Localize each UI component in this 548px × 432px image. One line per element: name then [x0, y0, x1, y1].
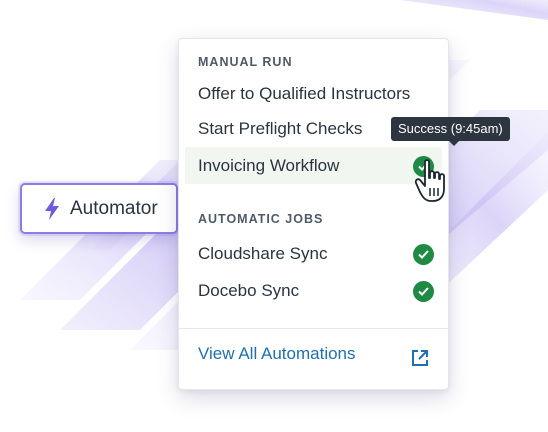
automator-button[interactable]: Automator	[20, 183, 178, 234]
lightning-bolt-icon	[45, 197, 59, 220]
automatic-jobs-heading: AUTOMATIC JOBS	[198, 212, 324, 226]
menu-item-label: Invoicing Workflow	[198, 155, 340, 175]
menu-item-label: Cloudshare Sync	[198, 243, 328, 263]
manual-run-heading: MANUAL RUN	[198, 55, 293, 69]
menu-item-invoicing-workflow[interactable]: Invoicing Workflow	[185, 147, 442, 184]
hand-pointer-cursor-icon	[414, 159, 445, 202]
automator-button-label: Automator	[70, 197, 158, 219]
menu-item-offer-to-qualified-instructors[interactable]: Offer to Qualified Instructors	[185, 75, 442, 112]
success-check-icon	[413, 280, 434, 302]
menu-item-cloudshare-sync[interactable]: Cloudshare Sync	[185, 235, 442, 272]
automations-dropdown-menu: MANUAL RUN Offer to Qualified Instructor…	[178, 38, 449, 390]
success-check-icon	[413, 243, 434, 265]
external-link-icon[interactable]	[410, 348, 430, 368]
menu-item-label: Offer to Qualified Instructors	[198, 83, 411, 103]
menu-item-label: Start Preflight Checks	[198, 118, 363, 138]
menu-item-label: Docebo Sync	[198, 280, 300, 300]
menu-divider	[179, 328, 448, 329]
success-tooltip: Success (9:45am)	[391, 117, 510, 146]
view-all-automations-link[interactable]: View All Automations	[198, 344, 356, 364]
menu-item-docebo-sync[interactable]: Docebo Sync	[185, 272, 442, 309]
